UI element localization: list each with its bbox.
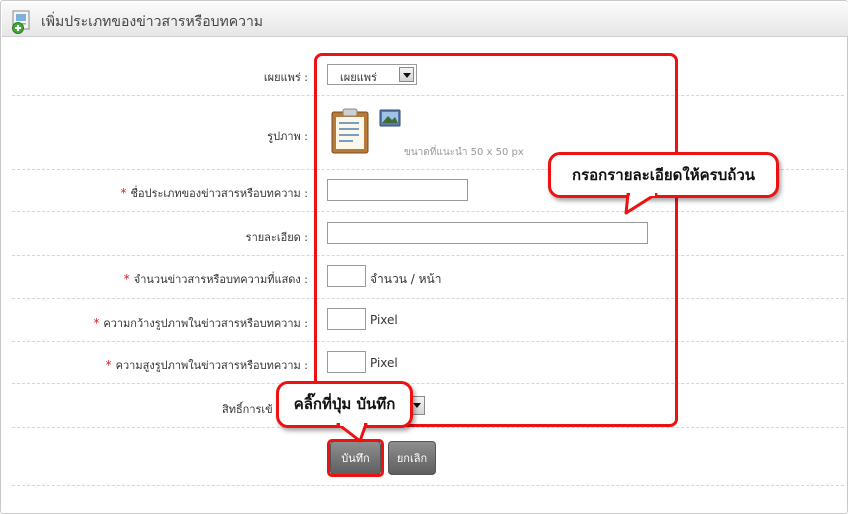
buttons-row [12, 428, 844, 486]
required-mark: * [123, 272, 130, 286]
detail-label: รายละเอียด : [245, 231, 308, 244]
publish-row: เผยแพร่ : [12, 52, 844, 96]
name-label-text: ชื่อประเภทของข่าวสารหรือบทความ : [130, 187, 308, 200]
publish-label: เผยแพร่ : [263, 71, 308, 84]
width-row: * ความกว้างรูปภาพในข่าวสารหรือบทความ : [12, 299, 844, 342]
callout-tail [624, 193, 658, 215]
fill-details-callout: กรอกรายละเอียดให้ครบถ้วน [548, 152, 779, 198]
panel-header: เพิ่มประเภทของข่าวสารหรือบทความ [2, 2, 848, 37]
height-input[interactable] [327, 351, 366, 373]
required-mark: * [105, 358, 112, 372]
callout-tail [336, 423, 368, 443]
height-label: * ความสูงรูปภาพในข่าวสารหรือบทความ : [106, 356, 308, 374]
access-row: สิทธิ์การเข้ [12, 384, 844, 428]
required-mark: * [120, 186, 127, 200]
width-label: * ความกว้างรูปภาพในข่าวสารหรือบทความ : [93, 314, 308, 332]
width-label-text: ความกว้างรูปภาพในข่าวสารหรือบทความ : [103, 317, 308, 330]
add-document-icon [12, 10, 30, 34]
chevron-down-icon[interactable] [399, 67, 414, 82]
count-suffix: จำนวน / หน้า [370, 272, 442, 286]
page-title: เพิ่มประเภทของข่าวสารหรือบทความ [41, 14, 264, 30]
image-size-hint: ขนาดที่แนะนำ 50 x 50 px [404, 147, 524, 158]
height-row: * ความสูงรูปภาพในข่าวสารหรือบทความ : [12, 342, 844, 384]
clipboard-icon [331, 108, 369, 154]
access-label: สิทธิ์การเข้ [222, 403, 273, 416]
required-mark: * [93, 316, 100, 330]
count-label: * จำนวนข่าวสารหรือบทความที่แสดง : [124, 270, 308, 288]
detail-input[interactable] [327, 222, 648, 244]
width-suffix: Pixel [370, 313, 398, 327]
click-save-callout: คลิ๊กที่ปุ่ม บันทึก [276, 381, 413, 428]
image-label: รูปภาพ : [267, 130, 308, 143]
chevron-down-icon [413, 403, 421, 408]
count-input[interactable] [327, 265, 366, 287]
image-picker-icon[interactable] [379, 109, 401, 127]
count-label-text: จำนวนข่าวสารหรือบทความที่แสดง : [133, 273, 308, 286]
height-suffix: Pixel [370, 356, 398, 370]
publish-select-value: เผยแพร่ [340, 71, 377, 84]
name-label: * ชื่อประเภทของข่าวสารหรือบทความ : [121, 184, 308, 202]
category-name-input[interactable] [327, 179, 468, 201]
publish-select[interactable]: เผยแพร่ [327, 64, 417, 85]
height-label-text: ความสูงรูปภาพในข่าวสารหรือบทความ : [115, 359, 308, 372]
width-input[interactable] [327, 308, 366, 330]
